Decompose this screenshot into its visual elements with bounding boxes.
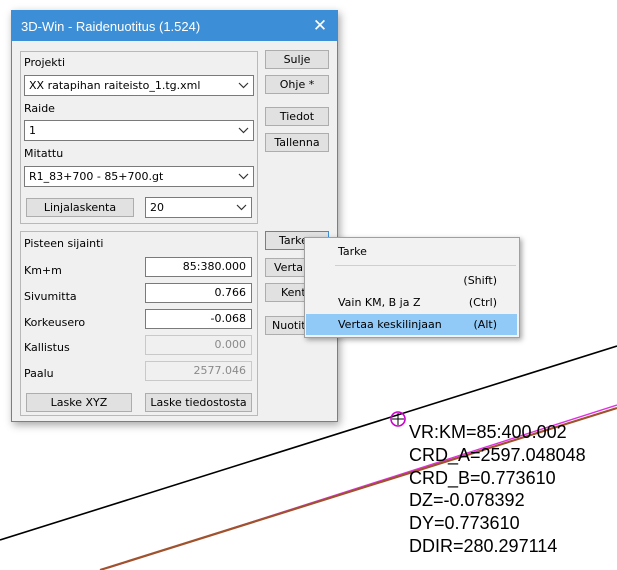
- coordinate-readout: VR:KM=85:400.002 CRD_A=2597.048048 CRD_B…: [409, 421, 586, 558]
- chevron-down-icon: [238, 82, 249, 89]
- readout-line-crd-b: CRD_B=0.773610: [409, 467, 556, 488]
- pisteen-sijainti-heading: Pisteen sijainti: [24, 237, 104, 250]
- menu-item-shift[interactable]: (Shift): [306, 270, 517, 291]
- projekti-value: XX ratapihan raiteisto_1.tg.xml: [29, 79, 201, 92]
- readout-line-ddir: DDIR=280.297114: [409, 535, 558, 556]
- menu-item-vain-km[interactable]: Vain KM, B ja Z (Ctrl): [306, 292, 517, 313]
- menu-item-label: Tarke: [338, 245, 367, 258]
- sivumitta-field[interactable]: 0.766: [145, 283, 252, 303]
- ohje-button[interactable]: Ohje *: [265, 75, 329, 94]
- kallistus-label: Kallistus: [24, 341, 70, 354]
- projekti-label: Projekti: [24, 56, 66, 69]
- menu-item-label: Vain KM, B ja Z: [338, 296, 421, 309]
- raidenuotitus-dialog: 3D-Win - Raidenuotitus (1.524) ✕ Projekt…: [11, 10, 338, 422]
- readout-line-dy: DY=0.773610: [409, 513, 520, 534]
- korkeusero-field[interactable]: -0.068: [145, 309, 252, 329]
- menu-item-label: Vertaa keskilinjaan: [338, 318, 442, 331]
- chevron-down-icon: [238, 127, 249, 134]
- menu-separator: [335, 265, 516, 266]
- km-label: Km+m: [24, 264, 62, 277]
- tarke-context-menu: Tarke (Shift) Vain KM, B ja Z (Ctrl) Ver…: [304, 237, 520, 338]
- korkeusero-label: Korkeusero: [24, 316, 86, 329]
- laske-tiedostosta-button[interactable]: Laske tiedostosta: [145, 393, 252, 412]
- readout-line-km: VR:KM=85:400.002: [409, 422, 567, 442]
- menu-item-shortcut: (Shift): [463, 274, 497, 287]
- linjalaskenta-select[interactable]: 20: [145, 197, 252, 218]
- title-bar[interactable]: 3D-Win - Raidenuotitus (1.524) ✕: [12, 11, 337, 41]
- chevron-down-icon: [236, 204, 247, 211]
- raide-label: Raide: [24, 102, 55, 115]
- close-icon[interactable]: ✕: [309, 15, 331, 37]
- km-field[interactable]: 85:380.000: [145, 257, 252, 277]
- linjalaskenta-value: 20: [150, 201, 164, 214]
- sulje-button[interactable]: Sulje: [265, 50, 329, 69]
- paalu-field: 2577.046: [145, 361, 252, 381]
- point-marker: [390, 411, 406, 427]
- mitattu-label: Mitattu: [24, 147, 64, 160]
- chevron-down-icon: [238, 173, 249, 180]
- mitattu-select[interactable]: R1_83+700 - 85+700.gt: [24, 166, 254, 187]
- sivumitta-label: Sivumitta: [24, 290, 77, 303]
- tiedot-button[interactable]: Tiedot: [265, 107, 329, 126]
- menu-item-vertaa-keskilinjaan[interactable]: Vertaa keskilinjaan (Alt): [306, 314, 517, 335]
- tallenna-button[interactable]: Tallenna: [265, 133, 329, 152]
- projekti-select[interactable]: XX ratapihan raiteisto_1.tg.xml: [24, 75, 254, 96]
- raide-value: 1: [29, 124, 36, 137]
- menu-item-tarke[interactable]: Tarke: [306, 241, 517, 262]
- menu-item-shortcut: (Ctrl): [468, 296, 497, 309]
- dialog-title: 3D-Win - Raidenuotitus (1.524): [21, 19, 201, 34]
- paalu-label: Paalu: [24, 367, 54, 380]
- menu-item-shortcut: (Alt): [473, 318, 497, 331]
- raide-select[interactable]: 1: [24, 120, 254, 141]
- readout-line-dz: DZ=-0.078392: [409, 490, 525, 511]
- laske-xyz-button[interactable]: Laske XYZ: [26, 393, 132, 412]
- kallistus-field: 0.000: [145, 335, 252, 355]
- mitattu-value: R1_83+700 - 85+700.gt: [29, 170, 164, 183]
- linjalaskenta-button[interactable]: Linjalaskenta: [26, 198, 134, 217]
- readout-line-crd-a: CRD_A=2597.048048: [409, 444, 586, 465]
